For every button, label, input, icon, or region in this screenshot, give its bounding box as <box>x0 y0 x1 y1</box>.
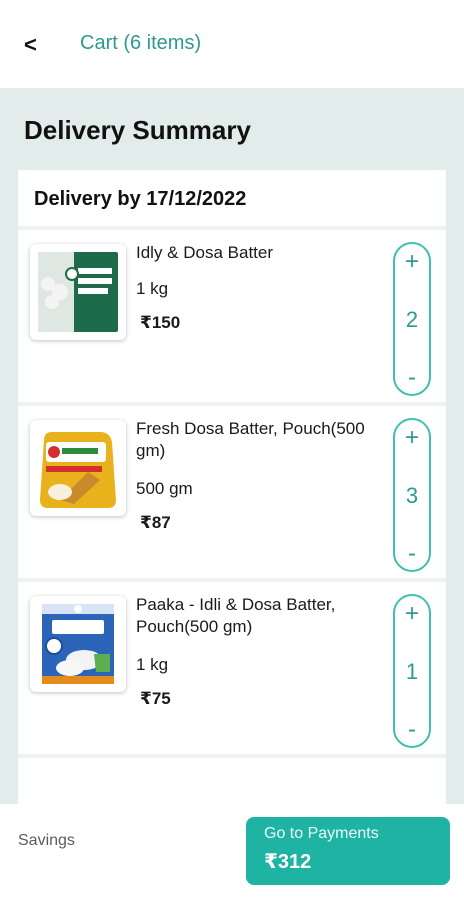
go-to-payments-button[interactable]: Go to Payments ₹312 <box>246 817 450 885</box>
payment-button-label: Go to Payments <box>264 825 379 842</box>
quantity-stepper: + 1 - <box>393 594 431 748</box>
bottom-bar: Savings Go to Payments ₹312 <box>0 804 464 900</box>
item-price: ₹150 <box>140 313 181 332</box>
divider <box>18 754 446 758</box>
increase-button[interactable]: + <box>395 248 429 276</box>
cart-title: Cart (6 items) <box>80 32 202 54</box>
product-image <box>30 596 126 692</box>
item-quantity-label: 1 kg <box>136 655 169 674</box>
quantity-value: 1 <box>405 659 419 684</box>
product-image <box>30 244 126 340</box>
decrease-button[interactable]: - <box>395 364 429 392</box>
item-name: Idly & Dosa Batter <box>136 243 274 262</box>
cart-item: Fresh Dosa Batter, Pouch(500 gm) 500 gm … <box>18 406 446 578</box>
increase-button[interactable]: + <box>395 600 429 628</box>
top-bar: < Cart (6 items) <box>0 0 464 88</box>
item-quantity-label: 1 kg <box>136 279 169 298</box>
quantity-stepper: + 2 - <box>393 242 431 396</box>
item-price: ₹87 <box>140 513 171 532</box>
decrease-button[interactable]: - <box>395 540 429 568</box>
cart-item: Paaka - Idli & Dosa Batter, Pouch(500 gm… <box>18 582 446 754</box>
item-quantity-label: 500 gm <box>136 479 193 498</box>
total-amount: ₹312 <box>264 851 312 873</box>
item-price: ₹75 <box>140 689 171 708</box>
delivery-card: Delivery by 17/12/2022 Idly & Dosa Batte… <box>18 170 446 874</box>
increase-button[interactable]: + <box>395 424 429 452</box>
savings-label: Savings <box>18 832 75 849</box>
main-content: Delivery Summary Delivery by 17/12/2022 <box>0 88 464 874</box>
cart-item: Idly & Dosa Batter 1 kg ₹150 + 2 - <box>18 230 446 402</box>
back-button[interactable]: < <box>24 30 54 60</box>
quantity-value: 3 <box>405 483 419 508</box>
product-image <box>30 420 126 516</box>
decrease-button[interactable]: - <box>395 716 429 744</box>
quantity-stepper: + 3 - <box>393 418 431 572</box>
item-name: Fresh Dosa Batter, Pouch(500 gm) <box>136 419 365 460</box>
page-title: Delivery Summary <box>24 115 251 145</box>
delivery-date: Delivery by 17/12/2022 <box>34 188 247 210</box>
item-name: Paaka - Idli & Dosa Batter, Pouch(500 gm… <box>136 595 336 636</box>
quantity-value: 2 <box>405 307 419 332</box>
